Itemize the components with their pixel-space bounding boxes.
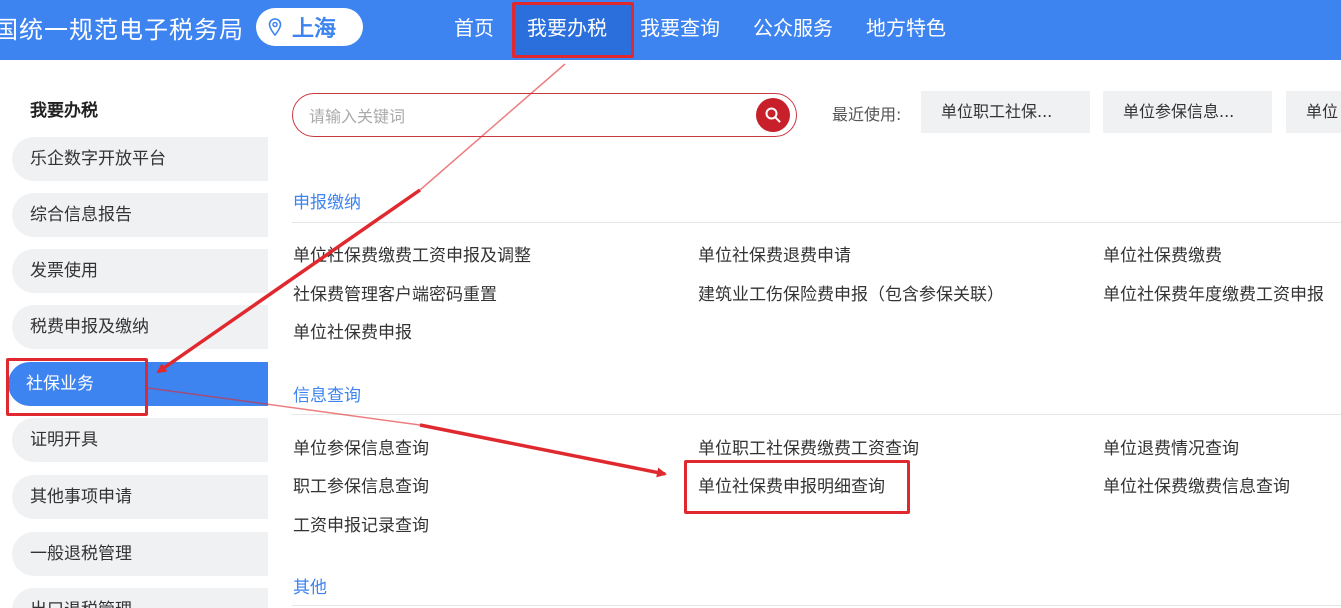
location-selector[interactable]: 上海 [256,8,363,46]
sidebar-item-other-requests[interactable]: 其他事项申请 [12,475,268,519]
recent-item-unit[interactable]: 单位 [1286,91,1341,133]
link-wage-record-query[interactable]: 工资申报记录查询 [293,511,429,536]
section-title-other: 其他 [293,578,327,598]
link-payment-info-query[interactable]: 单位社保费缴费信息查询 [1103,472,1290,497]
link-client-password-reset[interactable]: 社保费管理客户端密码重置 [293,280,497,305]
link-construction-injury-insurance[interactable]: 建筑业工伤保险费申报（包含参保关联） [698,280,1004,305]
section-title-query: 信息查询 [293,386,361,406]
search-input[interactable] [309,104,729,128]
section-title-filing: 申报缴纳 [293,193,361,213]
nav-local-features[interactable]: 地方特色 [866,12,946,41]
link-refund-application[interactable]: 单位社保费退费申请 [698,241,851,266]
sidebar-item-export-refund[interactable]: 出口退税管理 [12,588,268,608]
sidebar-item-info-report[interactable]: 综合信息报告 [12,193,268,237]
location-label: 上海 [292,17,337,42]
search-button[interactable] [756,98,790,132]
sidebar-item-certificate[interactable]: 证明开具 [12,418,268,462]
annotation-arrow-to-link [419,423,667,478]
sidebar-item-leqi-platform[interactable]: 乐企数字开放平台 [12,137,268,181]
search-icon [765,107,781,123]
nav-public-service[interactable]: 公众服务 [753,12,833,41]
section-divider [292,414,1341,415]
sidebar-item-invoice[interactable]: 发票使用 [12,249,268,293]
recent-item-employee-ss[interactable]: 单位职工社保... [921,91,1090,133]
section-divider [292,605,1341,606]
link-ss-declaration[interactable]: 单位社保费申报 [293,318,412,343]
top-header: 国统一规范电子税务局 上海 首页 我要办税 我要查询 公众服务 地方特色 [0,0,1341,60]
sidebar-heading: 我要办税 [30,101,98,121]
section-divider [292,222,1341,223]
link-ss-payment[interactable]: 单位社保费缴费 [1103,241,1222,266]
annotation-box-sidebar [6,358,148,416]
site-title: 国统一规范电子税务局 [0,16,244,44]
link-annual-wage-declaration[interactable]: 单位社保费年度缴费工资申报 [1103,280,1324,305]
link-employee-wage-query[interactable]: 单位职工社保费缴费工资查询 [698,434,919,459]
annotation-box-nav [512,2,634,58]
sidebar-item-tax-refund[interactable]: 一般退税管理 [12,532,268,576]
nav-home[interactable]: 首页 [454,12,494,41]
recent-item-unit-insured[interactable]: 单位参保信息... [1103,91,1272,133]
location-pin-icon [268,18,282,36]
search-box [292,93,797,137]
recent-label: 最近使用: [832,105,902,124]
sidebar-item-tax-filing[interactable]: 税费申报及缴纳 [12,305,268,349]
link-refund-status-query[interactable]: 单位退费情况查询 [1103,434,1239,459]
link-unit-insured-query[interactable]: 单位参保信息查询 [293,434,429,459]
link-wage-declaration-adjust[interactable]: 单位社保费缴费工资申报及调整 [293,241,531,266]
annotation-box-target-link [684,460,910,514]
link-employee-insured-query[interactable]: 职工参保信息查询 [293,472,429,497]
nav-query[interactable]: 我要查询 [640,12,720,41]
